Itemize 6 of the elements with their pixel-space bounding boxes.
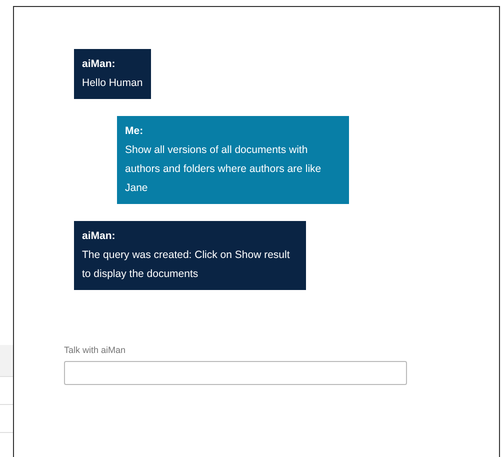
chat-input-field[interactable] [64, 361, 407, 385]
input-label: Talk with aiMan [64, 344, 126, 356]
chat-message: Me: Show all versions of all documents with authors and folders where authors are like Jane [117, 116, 349, 204]
background-row [0, 345, 13, 377]
chat-message: aiMan: Hello Human [74, 49, 151, 99]
chat-message: aiMan: The query was created: Click on Show result to display the documents [74, 221, 306, 290]
